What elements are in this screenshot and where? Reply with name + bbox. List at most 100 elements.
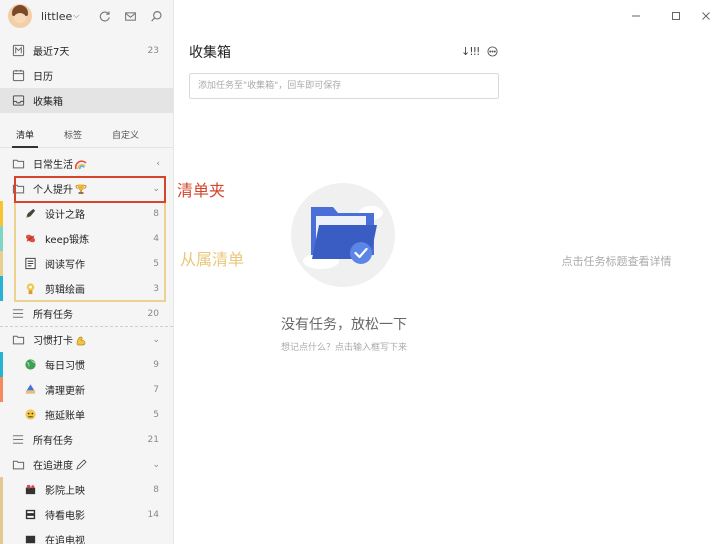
folder-daily-life[interactable]: 日常生活 ‹ bbox=[0, 151, 173, 176]
film-icon bbox=[24, 282, 37, 295]
folder-check-icon bbox=[303, 206, 383, 269]
page-title: 收集箱 bbox=[189, 45, 231, 61]
list-color-stripe bbox=[0, 477, 3, 502]
list-item-count: 5 bbox=[153, 409, 159, 420]
list-item-label: keep锻炼 bbox=[45, 235, 90, 246]
list-item-label: 待看电影 bbox=[45, 511, 85, 522]
list-item-label: 影院上映 bbox=[45, 486, 85, 497]
expand-arrow-icon[interactable]: ⌄ bbox=[152, 184, 160, 194]
list-item-count: 21 bbox=[147, 434, 159, 445]
list-item-reading-writing[interactable]: 阅读写作 5 bbox=[0, 251, 173, 276]
rainbow-icon bbox=[75, 159, 87, 169]
nav-item-calendar[interactable]: 日历 bbox=[0, 63, 173, 88]
tab-tags[interactable]: 标签 bbox=[64, 128, 82, 147]
broom-icon bbox=[24, 383, 37, 396]
avatar[interactable] bbox=[8, 4, 32, 28]
folder-personal-growth[interactable]: 个人提升 ⌄ bbox=[0, 176, 173, 201]
folder-icon bbox=[12, 458, 25, 471]
folder-label: 个人提升 bbox=[33, 185, 73, 196]
list-item-count: 9 bbox=[153, 359, 159, 370]
expand-arrow-icon[interactable]: ⌄ bbox=[152, 460, 160, 470]
list-color-stripe bbox=[0, 502, 3, 527]
folder-label: 在追进度 bbox=[33, 461, 73, 472]
list-item-count: 5 bbox=[153, 258, 159, 269]
chevron-down-icon[interactable]: ⌵ bbox=[73, 11, 79, 21]
calendar-7-icon bbox=[12, 44, 25, 57]
minimize-icon[interactable] bbox=[629, 9, 643, 23]
inbox-icon bbox=[12, 94, 25, 107]
list-item-label: 所有任务 bbox=[33, 310, 73, 321]
list-item-daily-habits[interactable]: 每日习惯 9 bbox=[0, 352, 173, 377]
list-item-label: 清理更新 bbox=[45, 386, 85, 397]
folder-in-progress[interactable]: 在追进度 ⌄ bbox=[0, 452, 173, 477]
folder-label: 习惯打卡 bbox=[33, 336, 73, 347]
list-item-procrastination[interactable]: 拖延账单 5 bbox=[0, 402, 173, 427]
folder-icon bbox=[12, 182, 25, 195]
add-task-input[interactable] bbox=[189, 73, 499, 99]
list-item-label: 在追电视 bbox=[45, 536, 85, 544]
sort-priority-icon[interactable]: ↓!!! bbox=[461, 45, 480, 58]
annotation-label-child-lists: 从属清单 bbox=[180, 250, 245, 269]
folder-icon bbox=[12, 333, 25, 346]
nav-item-label: 日历 bbox=[33, 72, 53, 83]
list-item-design[interactable]: 设计之路 8 bbox=[0, 201, 173, 226]
list-item-keep-workout[interactable]: keep锻炼 4 bbox=[0, 226, 173, 251]
tab-custom[interactable]: 自定义 bbox=[112, 128, 139, 147]
nav-item-inbox[interactable]: 收集箱 bbox=[0, 88, 173, 113]
all-tasks-personal-growth[interactable]: 所有任务 20 bbox=[0, 301, 173, 326]
search-icon[interactable] bbox=[149, 9, 163, 23]
list-item-count: 7 bbox=[153, 384, 159, 395]
folder-label: 日常生活 bbox=[33, 160, 73, 171]
all-tasks-icon bbox=[12, 307, 25, 320]
list-color-stripe bbox=[0, 201, 3, 226]
trophy-icon bbox=[75, 184, 87, 194]
all-tasks-habits[interactable]: 所有任务 21 bbox=[0, 427, 173, 452]
list-item-count: 8 bbox=[153, 484, 159, 495]
mail-icon[interactable] bbox=[123, 9, 137, 23]
film-reel-icon bbox=[24, 508, 37, 521]
pen-icon bbox=[24, 207, 37, 220]
list-item-label: 设计之路 bbox=[45, 210, 85, 221]
sync-icon[interactable] bbox=[97, 9, 111, 23]
strong-arm-icon bbox=[76, 336, 86, 345]
detail-hint: 点击任务标题查看详情 bbox=[561, 255, 672, 268]
sidebar-tabs: 清单 标签 自定义 bbox=[0, 114, 173, 148]
nav-item-label: 最近7天 bbox=[33, 47, 70, 58]
list-item-count: 14 bbox=[147, 509, 159, 520]
list-item-tv-shows[interactable]: 在追电视 bbox=[0, 527, 173, 544]
sidebar-topbar: littlee ⌵ bbox=[0, 0, 173, 32]
username[interactable]: littlee bbox=[41, 10, 72, 23]
main-panel: 收集箱 ↓!!! 没有任务，放松一下 想记点什么？点击输入框写下来 bbox=[175, 0, 513, 544]
detail-panel: 点击任务标题查看详情 bbox=[513, 0, 720, 544]
list-color-stripe bbox=[0, 276, 3, 301]
more-options-icon[interactable] bbox=[487, 46, 498, 57]
collapse-arrow-icon[interactable]: ‹ bbox=[156, 159, 160, 169]
list-item-cinema[interactable]: 影院上映 8 bbox=[0, 477, 173, 502]
tab-lists[interactable]: 清单 bbox=[11, 128, 39, 148]
camera-icon bbox=[24, 483, 37, 496]
face-icon bbox=[24, 408, 37, 421]
list-item-label: 拖延账单 bbox=[45, 411, 85, 422]
folder-icon bbox=[12, 157, 25, 170]
list-item-editing-drawing[interactable]: 剪辑绘画 3 bbox=[0, 276, 173, 301]
list-color-stripe bbox=[0, 527, 3, 544]
globe-icon bbox=[24, 358, 37, 371]
expand-arrow-icon[interactable]: ⌄ bbox=[152, 335, 160, 345]
empty-state-title: 没有任务，放松一下 bbox=[281, 317, 407, 333]
list-item-count: 4 bbox=[153, 233, 159, 244]
nav-item-recent-7-days[interactable]: 最近7天 23 bbox=[0, 38, 173, 63]
list-item-count: 20 bbox=[147, 308, 159, 319]
list-item-movies-to-watch[interactable]: 待看电影 14 bbox=[0, 502, 173, 527]
leaf-icon bbox=[24, 232, 37, 245]
list-item-label: 阅读写作 bbox=[45, 260, 85, 271]
list-color-stripe bbox=[0, 377, 3, 402]
folder-habits[interactable]: 习惯打卡 ⌄ bbox=[0, 327, 173, 352]
list-item-cleanup[interactable]: 清理更新 7 bbox=[0, 377, 173, 402]
nav-item-count: 23 bbox=[147, 45, 159, 56]
empty-state-illustration bbox=[291, 183, 395, 287]
empty-state-subtitle: 想记点什么？点击输入框写下来 bbox=[280, 343, 407, 353]
list-item-count: 3 bbox=[153, 283, 159, 294]
notebook-icon bbox=[24, 257, 37, 270]
maximize-icon[interactable] bbox=[669, 9, 683, 23]
close-icon[interactable] bbox=[699, 9, 713, 23]
